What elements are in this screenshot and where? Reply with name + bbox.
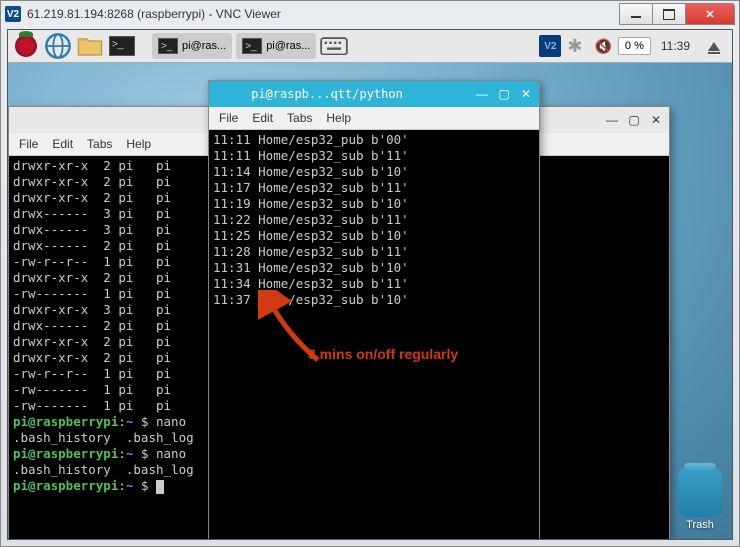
taskbar-window-2[interactable]: >_ pi@ras... [236, 33, 316, 59]
eject-button[interactable] [700, 33, 728, 59]
menu-help[interactable]: Help [126, 137, 151, 151]
menu-edit[interactable]: Edit [252, 111, 273, 125]
vnc-titlebar[interactable]: V2 61.219.81.194:8268 (raspberrypi) - VN… [1, 1, 739, 27]
eject-icon [708, 42, 720, 51]
lxde-taskbar: >_ >_ pi@ras... >_ pi@ras... V2 ✱ [8, 30, 732, 63]
volume-muted-icon[interactable]: 🔇 [594, 38, 611, 55]
terminal-icon: >_ [242, 38, 262, 54]
raspberry-icon [15, 35, 37, 57]
keyboard-icon [320, 37, 348, 56]
terminal-title: pi@raspb...qtt/python [251, 87, 403, 101]
trash-label: Trash [678, 519, 722, 531]
folder-icon [76, 34, 104, 57]
trash-desktop-icon[interactable]: Trash [678, 469, 722, 531]
terminal-titlebar[interactable]: pi@raspb...qtt/python — ▢ ✕ [209, 81, 539, 107]
menu-edit[interactable]: Edit [52, 137, 73, 151]
vnc-server-icon[interactable]: V2 [539, 35, 561, 57]
menu-file[interactable]: File [19, 137, 38, 151]
menu-tabs[interactable]: Tabs [287, 111, 312, 125]
vnc-window: V2 61.219.81.194:8268 (raspberrypi) - VN… [0, 0, 740, 547]
keyboard-button[interactable] [320, 33, 348, 59]
terminal-output[interactable]: 11:11 Home/esp32_pub b'00' 11:11 Home/es… [209, 130, 539, 539]
start-menu-button[interactable] [12, 33, 40, 59]
terminal-launcher[interactable]: >_ [108, 33, 136, 59]
terminal-maximize-button[interactable]: ▢ [497, 87, 511, 101]
close-button[interactable] [685, 3, 735, 25]
vnc-window-title: 61.219.81.194:8268 (raspberrypi) - VNC V… [27, 7, 281, 21]
menu-tabs[interactable]: Tabs [87, 137, 112, 151]
bluetooth-icon[interactable]: ✱ [567, 36, 582, 57]
trash-icon [678, 469, 722, 517]
menu-file[interactable]: File [219, 111, 238, 125]
terminal-menubar: File Edit Tabs Help [209, 107, 539, 130]
task-label: pi@ras... [182, 40, 226, 52]
vnc-viewport: >_ >_ pi@ras... >_ pi@ras... V2 ✱ [7, 29, 733, 540]
taskbar-clock[interactable]: 11:39 [657, 39, 694, 53]
cpu-usage[interactable]: 0 % [618, 37, 651, 55]
terminal-icon: >_ [158, 38, 178, 54]
globe-icon [44, 32, 72, 60]
terminal-close-button[interactable]: ✕ [649, 113, 663, 127]
taskbar-window-1[interactable]: >_ pi@ras... [152, 33, 232, 59]
maximize-button[interactable] [652, 3, 686, 25]
terminal-minimize-button[interactable]: — [475, 87, 489, 101]
remote-desktop[interactable]: >_ >_ pi@ras... >_ pi@ras... V2 ✱ [8, 30, 732, 539]
task-label: pi@ras... [266, 40, 310, 52]
menu-help[interactable]: Help [326, 111, 351, 125]
terminal-close-button[interactable]: ✕ [519, 87, 533, 101]
vnc-app-icon: V2 [5, 6, 21, 22]
terminal-icon: >_ [109, 36, 135, 56]
file-manager-launcher[interactable] [76, 33, 104, 59]
terminal-window-front[interactable]: pi@raspb...qtt/python — ▢ ✕ File Edit Ta… [208, 80, 540, 539]
minimize-button[interactable] [619, 3, 653, 25]
terminal-maximize-button[interactable]: ▢ [627, 113, 641, 127]
browser-launcher[interactable] [44, 33, 72, 59]
terminal-minimize-button[interactable]: — [605, 113, 619, 127]
